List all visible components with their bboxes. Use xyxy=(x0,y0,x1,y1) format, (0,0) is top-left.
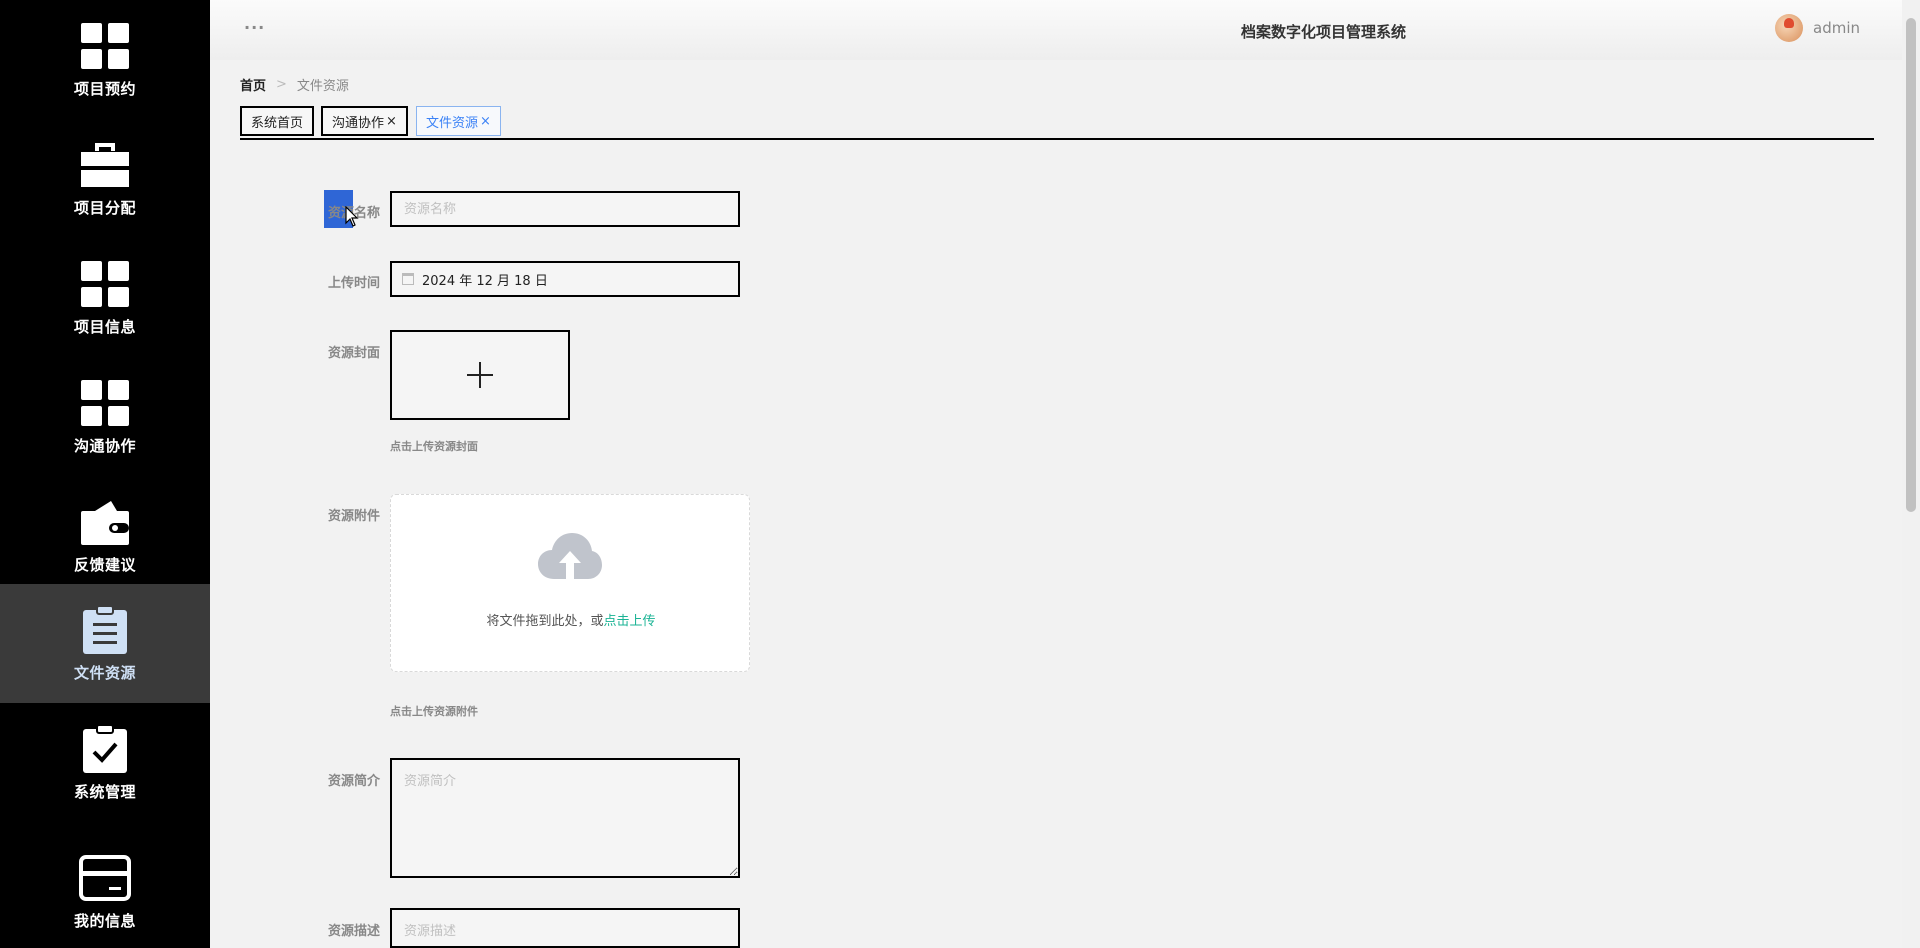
sidebar-item-project-info[interactable]: 项目信息 xyxy=(0,238,210,357)
sidebar-item-project-assign[interactable]: 项目分配 xyxy=(0,119,210,238)
sidebar-item-label: 项目信息 xyxy=(73,318,136,336)
close-icon[interactable]: × xyxy=(386,114,397,129)
sidebar-item-collaboration[interactable]: 沟通协作 xyxy=(0,357,210,476)
breadcrumb-separator: > xyxy=(276,77,287,92)
breadcrumb: 首页 > 文件资源 xyxy=(240,75,349,94)
attachment-dropzone[interactable]: 将文件拖到此处，或点击上传 xyxy=(390,494,750,672)
mouse-cursor-icon xyxy=(345,206,359,227)
attachment-upload-hint: 点击上传资源附件 xyxy=(390,705,478,718)
tab-file-resources[interactable]: 文件资源 × xyxy=(416,106,501,136)
sidebar: 项目预约 项目分配 项目信息 沟通协作 反馈建议 文件资源 系统管理 我的信息 xyxy=(0,0,210,948)
grid-icon xyxy=(79,20,131,72)
top-header: ··· 档案数字化项目管理系统 admin xyxy=(210,0,1902,60)
avatar[interactable] xyxy=(1775,14,1803,42)
resource-cover-label: 资源封面 xyxy=(327,346,380,361)
plus-icon xyxy=(467,362,493,388)
calendar-icon xyxy=(402,273,414,285)
sidebar-item-project-booking[interactable]: 项目预约 xyxy=(0,0,210,119)
wallet-icon xyxy=(79,496,131,548)
upload-time-datepicker[interactable]: 2024 年 12 月 18 日 xyxy=(390,261,740,297)
sidebar-item-file-resources[interactable]: 文件资源 xyxy=(0,584,210,703)
cover-upload-button[interactable] xyxy=(390,330,570,420)
tab-label: 沟通协作 xyxy=(332,115,385,131)
sidebar-item-my-info[interactable]: 我的信息 xyxy=(0,834,210,948)
resource-name-label: 资源名称 xyxy=(327,206,380,221)
sidebar-item-label: 项目预约 xyxy=(73,80,136,98)
click-upload-link[interactable]: 点击上传 xyxy=(604,614,656,629)
sidebar-item-label: 文件资源 xyxy=(73,664,136,682)
resource-intro-textarea[interactable] xyxy=(390,758,740,878)
sidebar-item-feedback[interactable]: 反馈建议 xyxy=(0,476,210,595)
tab-label: 文件资源 xyxy=(426,115,479,131)
grid-icon xyxy=(79,258,131,310)
page-scrollbar[interactable] xyxy=(1902,0,1920,948)
dropzone-instruction: 将文件拖到此处，或 xyxy=(486,614,604,629)
cloud-upload-icon xyxy=(538,533,602,579)
app-title: 档案数字化项目管理系统 xyxy=(1240,23,1406,41)
sidebar-item-label: 沟通协作 xyxy=(73,437,136,455)
sidebar-item-label: 我的信息 xyxy=(73,911,136,930)
username[interactable]: admin xyxy=(1813,19,1860,37)
dropzone-text: 将文件拖到此处，或点击上传 xyxy=(391,610,751,629)
grid-icon xyxy=(79,377,131,429)
user-menu[interactable]: admin xyxy=(1775,14,1860,42)
sidebar-item-label: 反馈建议 xyxy=(73,556,136,574)
clipboard-check-icon xyxy=(79,723,131,775)
breadcrumb-current: 文件资源 xyxy=(296,79,349,94)
resource-name-input[interactable] xyxy=(390,191,740,227)
cover-upload-hint: 点击上传资源封面 xyxy=(390,440,478,453)
resource-description-textarea[interactable] xyxy=(390,908,740,948)
resource-intro-label: 资源简介 xyxy=(327,774,380,789)
sidebar-item-label: 项目分配 xyxy=(73,199,136,217)
breadcrumb-home[interactable]: 首页 xyxy=(240,75,266,94)
resource-description-label: 资源描述 xyxy=(327,924,380,939)
upload-time-label: 上传时间 xyxy=(327,276,380,291)
tab-collaboration[interactable]: 沟通协作 × xyxy=(321,106,408,136)
resource-attachment-label: 资源附件 xyxy=(327,509,380,524)
close-icon[interactable]: × xyxy=(480,114,491,129)
tab-label: 系统首页 xyxy=(251,115,304,131)
sidebar-item-label: 系统管理 xyxy=(73,783,136,801)
tab-system-home[interactable]: 系统首页 xyxy=(240,106,315,136)
briefcase-icon xyxy=(79,139,131,191)
upload-time-value: 2024 年 12 月 18 日 xyxy=(422,273,548,289)
tabs-bar: 系统首页 沟通协作 × 文件资源 × xyxy=(240,106,1874,140)
card-icon xyxy=(79,852,131,904)
sidebar-item-system-management[interactable]: 系统管理 xyxy=(0,703,210,822)
clipboard-icon xyxy=(79,604,131,656)
scrollbar-thumb[interactable] xyxy=(1906,18,1916,512)
